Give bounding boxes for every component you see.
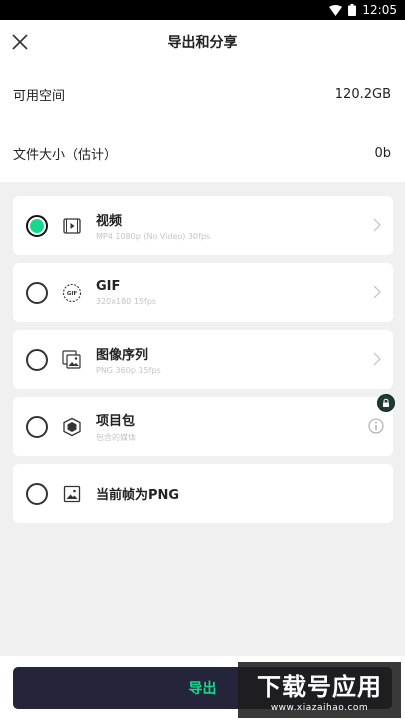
chevron-right-icon	[373, 285, 381, 299]
package-icon	[62, 417, 82, 437]
option-subtitle: MP4 1080p (No Video) 30fps	[96, 232, 211, 241]
option-subtitle: PNG 360p 15fps	[96, 366, 161, 375]
status-time: 12:05	[362, 3, 397, 17]
close-icon[interactable]	[10, 32, 30, 52]
option-subtitle: 包含的媒体	[96, 433, 136, 442]
page-title: 导出和分享	[167, 35, 238, 51]
available-space-label: 可用空间	[13, 88, 66, 104]
chevron-right-icon	[373, 218, 381, 232]
radio-gif[interactable]	[26, 281, 48, 304]
battery-icon	[348, 4, 357, 16]
image-icon	[62, 484, 82, 504]
radio-video[interactable]	[26, 214, 48, 237]
header: 导出和分享	[0, 20, 405, 64]
option-title: GIF	[96, 279, 121, 294]
file-size-row: 文件大小（估计） 0b	[0, 124, 405, 182]
radio-project-package[interactable]	[26, 415, 48, 438]
watermark: 下载号应用 www.xiazaihao.com	[238, 662, 401, 718]
option-title: 当前帧为PNG	[96, 488, 180, 503]
svg-text:GIF: GIF	[67, 291, 78, 297]
lock-icon	[377, 394, 395, 412]
option-current-frame-png[interactable]: 当前帧为PNG	[13, 464, 393, 523]
option-image-sequence[interactable]: 图像序列 PNG 360p 15fps	[13, 330, 393, 389]
option-subtitle: 320x180 15fps	[96, 297, 157, 306]
option-gif[interactable]: GIF GIF 320x180 15fps	[13, 263, 393, 322]
available-space-value: 120.2GB	[334, 86, 391, 102]
watermark-url: www.xiazaihao.com	[270, 703, 369, 713]
radio-image-sequence[interactable]	[26, 348, 48, 371]
option-video[interactable]: 视频 MP4 1080p (No Video) 30fps	[13, 196, 393, 255]
video-icon	[62, 216, 82, 236]
status-bar: 12:05	[0, 0, 405, 20]
option-title: 视频	[96, 214, 123, 229]
file-size-label: 文件大小（估计）	[13, 147, 118, 163]
watermark-text: 下载号应用	[257, 672, 382, 701]
option-title: 项目包	[96, 414, 136, 429]
image-sequence-icon	[62, 349, 82, 370]
gif-icon: GIF	[62, 283, 82, 303]
file-size-value: 0b	[374, 145, 391, 161]
info-section: 可用空间 120.2GB 文件大小（估计） 0b	[0, 64, 405, 182]
option-project-package[interactable]: 项目包 包含的媒体	[13, 394, 395, 456]
available-space-row: 可用空间 120.2GB	[0, 64, 405, 124]
option-title: 图像序列	[96, 348, 149, 363]
wifi-icon	[329, 4, 343, 16]
export-options: 视频 MP4 1080p (No Video) 30fps GIF GIF 32…	[0, 182, 405, 523]
info-icon[interactable]	[368, 418, 384, 434]
radio-current-frame-png[interactable]	[26, 482, 48, 505]
chevron-right-icon	[373, 352, 381, 366]
